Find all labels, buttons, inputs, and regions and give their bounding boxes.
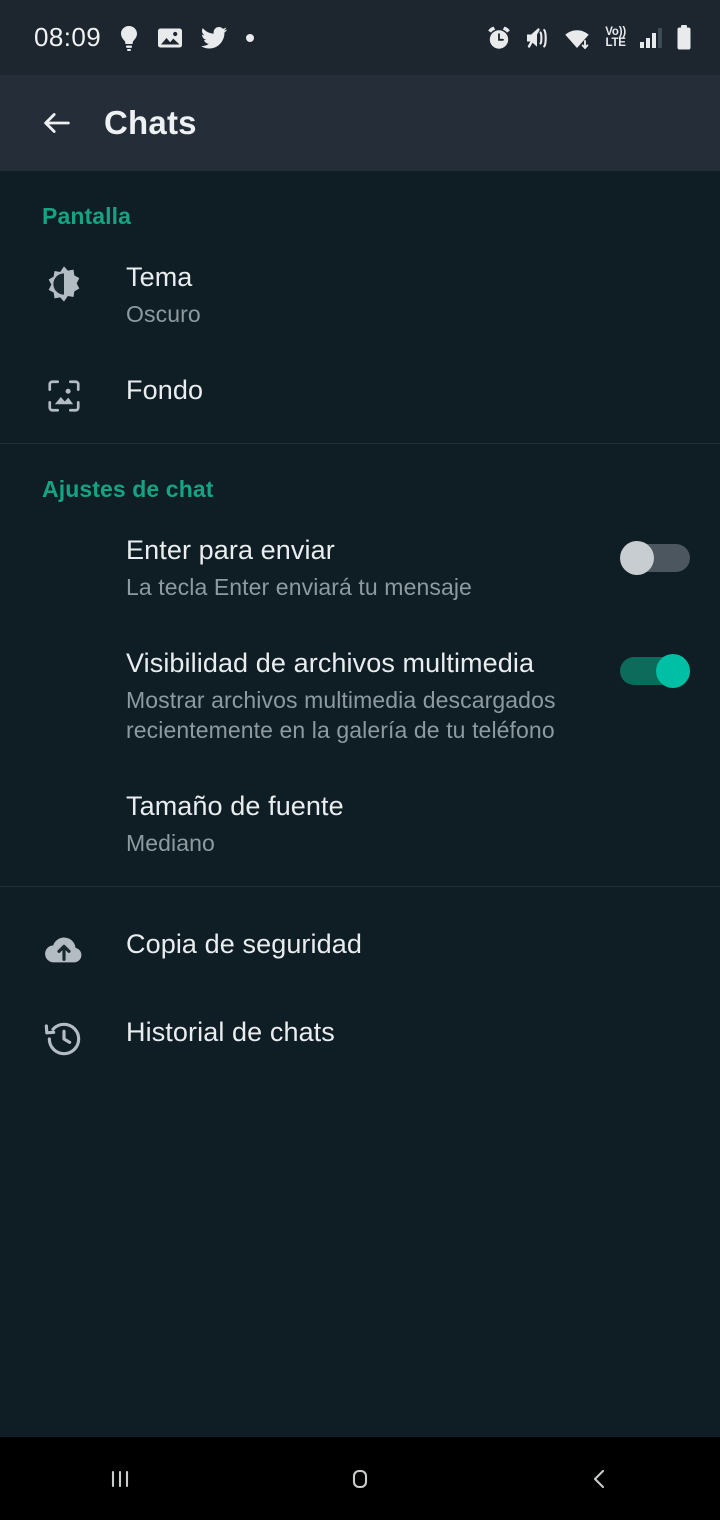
nav-recents-button[interactable] bbox=[0, 1463, 240, 1495]
phone-screen: 08:09 Vo)) LTE Chats Pantalla Tema Oscur… bbox=[0, 0, 720, 1520]
setting-subtitle-tema: Oscuro bbox=[126, 301, 201, 327]
section-header-ajustes-de-chat: Ajustes de chat bbox=[42, 476, 214, 502]
brightness-theme-icon bbox=[42, 260, 86, 304]
setting-text-tamano-de-fuente: Tamaño de fuente Mediano bbox=[126, 789, 690, 858]
nav-back-button[interactable] bbox=[480, 1463, 720, 1495]
section-pantalla: Pantalla Tema Oscuro Fondo bbox=[0, 171, 720, 443]
setting-trailing-enter-para-enviar bbox=[620, 533, 690, 575]
recents-icon bbox=[111, 1470, 129, 1487]
setting-row-tema[interactable]: Tema Oscuro bbox=[0, 238, 720, 351]
toggle-enter-para-enviar[interactable] bbox=[620, 541, 690, 575]
toggle-thumb bbox=[620, 541, 654, 575]
setting-row-historial-de-chats[interactable]: Historial de chats bbox=[0, 993, 720, 1081]
status-bar-right: Vo)) LTE bbox=[486, 24, 692, 51]
section-ajustes-de-chat: Ajustes de chat Enter para enviar La tec… bbox=[0, 444, 720, 886]
row-icon-placeholder bbox=[42, 533, 86, 537]
nav-home-button[interactable] bbox=[240, 1463, 480, 1495]
cloud-upload-icon bbox=[42, 927, 86, 971]
setting-title-visibilidad-multimedia: Visibilidad de archivos multimedia bbox=[126, 648, 535, 678]
setting-text-visibilidad-multimedia: Visibilidad de archivos multimedia Mostr… bbox=[126, 646, 606, 745]
setting-row-fondo[interactable]: Fondo bbox=[0, 351, 720, 437]
setting-text-fondo: Fondo bbox=[126, 373, 690, 407]
status-bar-left: 08:09 bbox=[34, 22, 255, 53]
setting-row-tamano-de-fuente[interactable]: Tamaño de fuente Mediano bbox=[0, 767, 720, 880]
toggle-visibilidad-multimedia[interactable] bbox=[620, 654, 690, 688]
setting-subtitle-visibilidad-multimedia: Mostrar archivos multimedia descargados … bbox=[126, 687, 556, 743]
setting-title-tema: Tema bbox=[126, 262, 193, 292]
setting-title-tamano-de-fuente: Tamaño de fuente bbox=[126, 791, 344, 821]
row-icon-placeholder bbox=[42, 789, 86, 793]
home-icon bbox=[352, 1469, 368, 1488]
battery-icon bbox=[677, 24, 691, 49]
setting-row-enter-para-enviar[interactable]: Enter para enviar La tecla Enter enviará… bbox=[0, 511, 720, 624]
gallery-icon bbox=[158, 28, 183, 47]
setting-title-fondo: Fondo bbox=[126, 375, 204, 405]
wifi-icon bbox=[565, 29, 589, 49]
setting-text-enter-para-enviar: Enter para enviar La tecla Enter enviará… bbox=[126, 533, 606, 602]
setting-title-historial-de-chats: Historial de chats bbox=[126, 1017, 335, 1047]
signal-icon bbox=[640, 27, 662, 48]
twitter-icon bbox=[201, 26, 228, 48]
alarm-icon bbox=[488, 26, 511, 49]
settings-list: Pantalla Tema Oscuro Fondo Ajustes de ch… bbox=[0, 171, 720, 1437]
volte-icon: Vo)) LTE bbox=[605, 25, 626, 49]
lightbulb-icon bbox=[121, 25, 138, 51]
dot-icon bbox=[246, 33, 255, 42]
setting-subtitle-enter-para-enviar: La tecla Enter enviará tu mensaje bbox=[126, 574, 472, 600]
section-header-pantalla: Pantalla bbox=[42, 203, 132, 229]
system-navigation-bar bbox=[0, 1437, 720, 1520]
row-icon-placeholder bbox=[42, 646, 86, 650]
volte-top-label: Vo)) bbox=[605, 25, 626, 38]
setting-title-enter-para-enviar: Enter para enviar bbox=[126, 535, 335, 565]
setting-text-historial-de-chats: Historial de chats bbox=[126, 1015, 690, 1049]
setting-row-visibilidad-multimedia[interactable]: Visibilidad de archivos multimedia Mostr… bbox=[0, 624, 720, 767]
section-backup: Copia de seguridad Historial de chats bbox=[0, 887, 720, 1087]
setting-row-copia-de-seguridad[interactable]: Copia de seguridad bbox=[0, 905, 720, 993]
page-title: Chats bbox=[104, 104, 197, 141]
volte-bottom-label: LTE bbox=[605, 36, 626, 49]
history-icon bbox=[42, 1015, 86, 1059]
setting-text-tema: Tema Oscuro bbox=[126, 260, 690, 329]
toggle-thumb bbox=[656, 654, 690, 688]
status-bar: 08:09 Vo)) LTE bbox=[0, 0, 720, 75]
wallpaper-icon bbox=[42, 373, 86, 415]
back-arrow-icon[interactable] bbox=[40, 106, 74, 140]
setting-title-copia-de-seguridad: Copia de seguridad bbox=[126, 929, 362, 959]
app-bar: Chats bbox=[0, 75, 720, 171]
status-bar-clock: 08:09 bbox=[34, 22, 102, 52]
setting-text-copia-de-seguridad: Copia de seguridad bbox=[126, 927, 690, 961]
setting-trailing-visibilidad-multimedia bbox=[620, 646, 690, 688]
back-icon bbox=[593, 1469, 605, 1488]
setting-subtitle-tamano-de-fuente: Mediano bbox=[126, 830, 215, 856]
mute-vibrate-icon bbox=[527, 27, 548, 48]
